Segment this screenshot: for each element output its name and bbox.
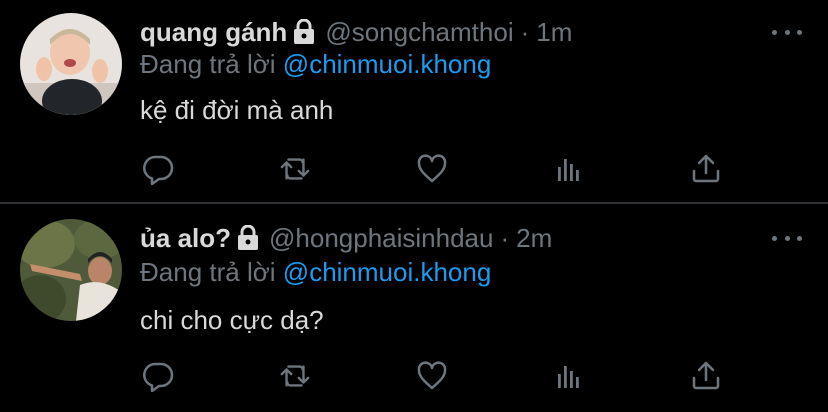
display-name[interactable]: ủa alo? [140,223,231,254]
avatar[interactable] [20,13,122,115]
avatar[interactable] [20,219,122,321]
tweet-header: ủa alo? @hongphaisinhdau · 2m [140,221,552,255]
separator: · [500,222,510,253]
tweet[interactable]: ủa alo? @hongphaisinhdau · 2m Đang trả l… [0,204,828,412]
user-handle[interactable]: @hongphaisinhdau [269,223,493,254]
more-options-icon[interactable] [772,22,802,42]
reply-context: Đang trả lời @chinmuoi.khong [140,49,491,80]
user-handle[interactable]: @songchamthoi [325,17,513,48]
analytics-icon[interactable] [553,153,585,185]
timestamp[interactable]: 1m [536,17,572,48]
retweet-icon[interactable] [279,360,311,392]
share-icon[interactable] [690,153,722,185]
separator: · [520,16,530,47]
tweet-actions [142,153,732,185]
display-name[interactable]: quang gánh [140,17,287,48]
tweet-text: kệ đi đời mà anh [140,95,334,125]
tweet[interactable]: quang gánh @songchamthoi · 1m Đang trả l… [0,0,828,203]
reply-prefix: Đang trả lời [140,257,276,287]
reply-context: Đang trả lời @chinmuoi.khong [140,257,491,288]
reply-prefix: Đang trả lời [140,49,276,79]
reply-icon[interactable] [142,153,174,185]
tweet-header: quang gánh @songchamthoi · 1m [140,15,572,49]
lock-icon [237,225,259,251]
reply-to-link[interactable]: @chinmuoi.khong [283,257,492,287]
tweet-text: chi cho cực dạ? [140,305,324,335]
retweet-icon[interactable] [279,153,311,185]
analytics-icon[interactable] [553,360,585,392]
like-icon[interactable] [416,360,448,392]
reply-to-link[interactable]: @chinmuoi.khong [283,49,492,79]
reply-icon[interactable] [142,360,174,392]
share-icon[interactable] [690,360,722,392]
timestamp[interactable]: 2m [516,223,552,254]
more-options-icon[interactable] [772,228,802,248]
tweet-actions [142,360,732,392]
lock-icon [293,19,315,45]
like-icon[interactable] [416,153,448,185]
